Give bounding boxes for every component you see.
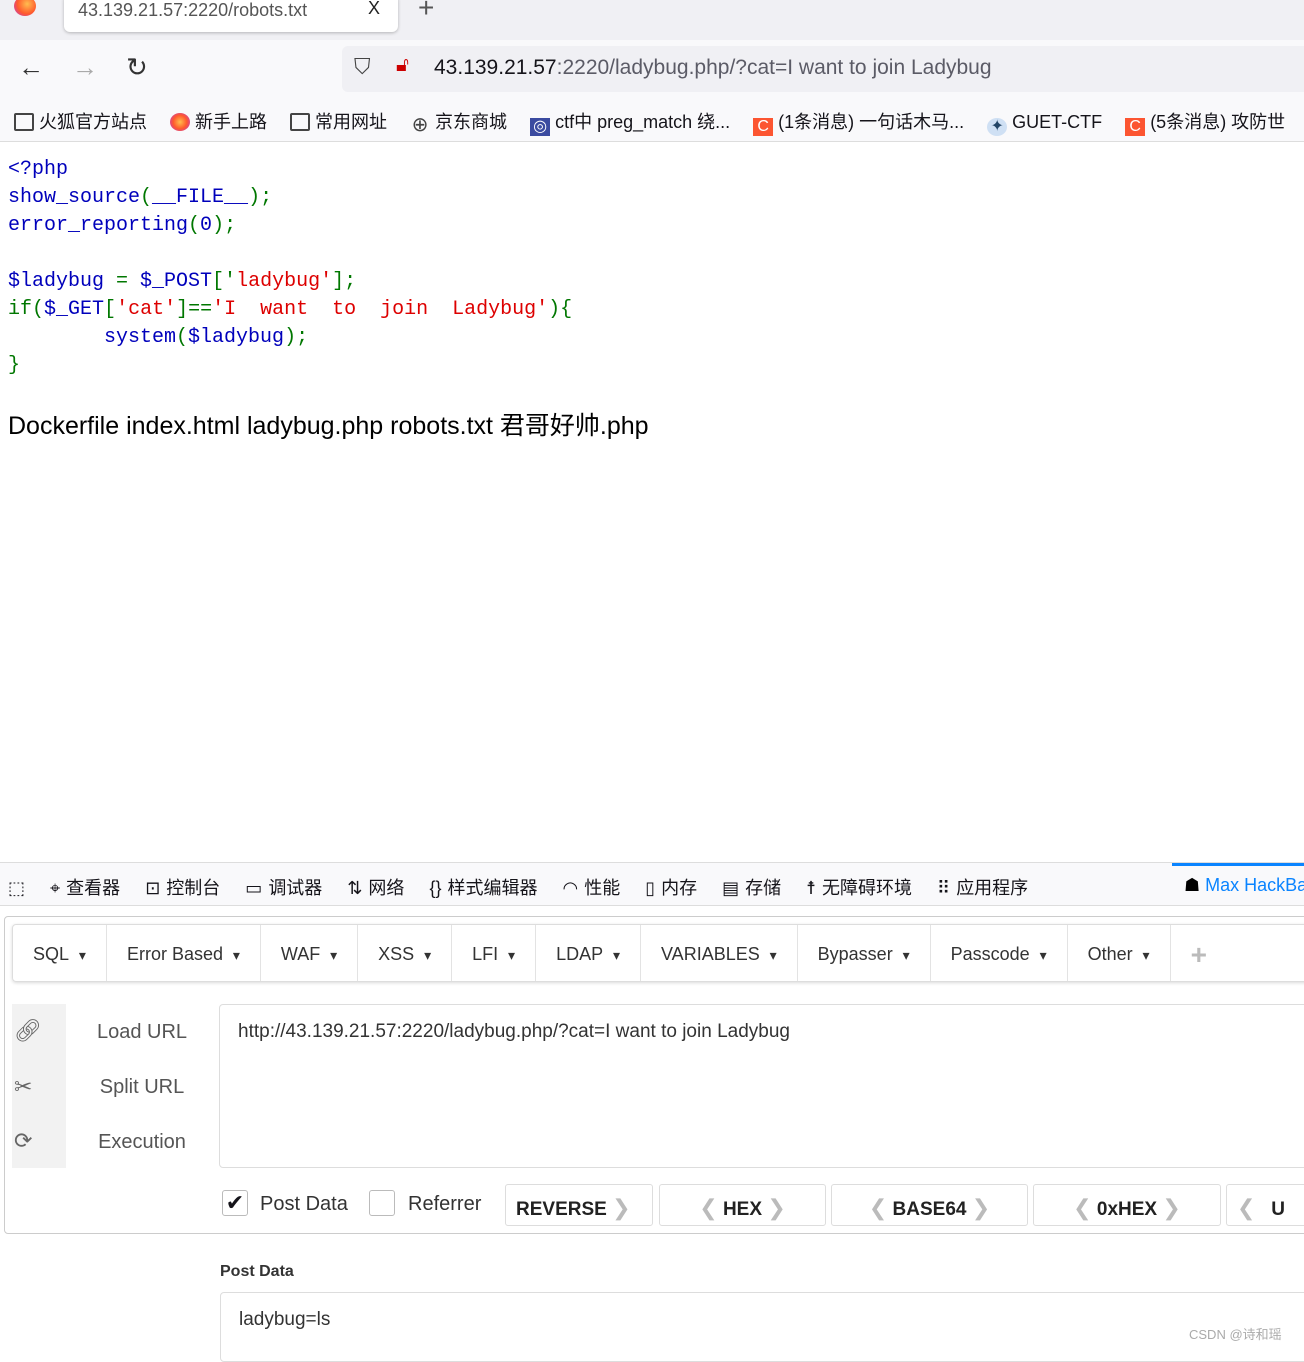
hacker-icon: ☗ [1184,875,1206,895]
url-bar[interactable]: ⛉ 🔓︎ 43.139.21.57:2220/ladybug.php/?cat=… [342,46,1304,92]
refresh-icon[interactable]: ⟳ [14,1128,32,1154]
devtools-tab-max-hackbar[interactable]: ☗ Max HackBar [1172,863,1304,906]
chevron-left-icon: ❮ [699,1195,718,1220]
menu-sql[interactable]: SQL [13,925,107,981]
bookmark-item[interactable]: C (5条消息) 攻防世 [1125,108,1285,136]
folder-icon [14,113,34,131]
close-tab-icon[interactable]: X [368,0,380,19]
devtools-toolbar: ⬚ ⌖ 查看器 ⊡ 控制台 ▭ 调试器 ⇅ 网络 {} 样式编辑器 ◠ 性能 ▯ 内存 ▤ 存储… [0,862,1304,906]
chevron-right-icon: ❯ [971,1195,991,1220]
bookmark-item[interactable]: C (1条消息) 一句话木马... [753,108,964,136]
menu-variables[interactable]: VARIABLES [641,925,798,981]
back-icon[interactable]: ← [18,52,44,83]
bookmark-item[interactable]: 新手上路 [170,108,267,134]
csdn-icon: C [753,118,774,136]
braces-icon: {} [429,878,442,898]
menu-passcode[interactable]: Passcode [931,925,1068,981]
reload-icon[interactable]: ↻ [126,52,148,83]
firefox-icon [170,113,191,131]
hackbar-menu: SQL Error Based WAF XSS LFI LDAP VARIABL… [12,924,1304,982]
chevron-left-icon: ❮ [1237,1195,1256,1220]
chevron-left-icon: ❮ [1073,1195,1092,1220]
inspector-icon: ⌖ [50,878,61,898]
menu-other[interactable]: Other [1068,925,1171,981]
url-path: :2220/ladybug.php/?cat=I want to join La… [556,56,992,79]
load-url-button[interactable]: Load URL [74,1021,210,1044]
guet-icon: ✦ [987,118,1008,136]
url-host: 43.139.21.57 [434,56,557,79]
console-icon: ⊡ [145,878,161,898]
referrer-label: Referrer [408,1193,482,1215]
post-data-checkbox[interactable]: ✔ [222,1190,248,1216]
storage-icon: ▤ [722,878,740,898]
add-icon[interactable]: + [1171,925,1227,981]
gauge-icon: ◠ [562,878,579,898]
bookmark-item[interactable]: 火狐官方站点 [14,108,147,134]
bookmark-item[interactable]: ⊕ 京东商城 [410,108,507,136]
referrer-checkbox[interactable] [369,1190,395,1216]
csdn-icon: C [1125,118,1146,136]
devtools-tab-storage[interactable]: ▤ 存储 [722,874,781,900]
menu-error-based[interactable]: Error Based [107,925,261,981]
scissors-icon[interactable]: ✂ [14,1074,32,1100]
site-icon: ◎ [530,118,551,136]
bookmark-item[interactable]: 常用网址 [290,108,387,134]
php-source: <?php show_source(__FILE__); error_repor… [8,158,573,377]
bookmark-item[interactable]: ◎ ctf中 preg_match 绕... [530,108,730,136]
new-tab-button[interactable]: + [418,0,434,24]
menu-bypasser[interactable]: Bypasser [798,925,931,981]
debugger-icon: ▭ [245,878,263,898]
accessibility-icon: ☨ [806,878,816,898]
menu-lfi[interactable]: LFI [452,925,537,981]
execution-button[interactable]: Execution [74,1131,210,1154]
menu-ldap[interactable]: LDAP [536,925,642,981]
0xhex-button[interactable]: ❮ 0xHEX ❯ [1033,1184,1221,1226]
post-data-input[interactable]: ladybug=ls [220,1292,1304,1362]
post-data-title: Post Data [220,1263,294,1280]
chevron-left-icon: ❮ [868,1195,888,1220]
devtools-tab-debugger[interactable]: ▭ 调试器 [245,874,322,900]
devtools-tab-network[interactable]: ⇅ 网络 [347,874,404,900]
hex-button[interactable]: ❮ HEX ❯ [659,1184,826,1226]
devtools-tab-performance[interactable]: ◠ 性能 [562,874,620,900]
menu-xss[interactable]: XSS [358,925,453,981]
shield-icon[interactable]: ⛉ [354,54,371,80]
chevron-right-icon: ❯ [612,1195,631,1220]
command-output: Dockerfile index.html ladybug.php robots… [8,412,649,440]
insecure-lock-icon[interactable]: 🔓︎ [396,54,409,77]
unicode-button[interactable]: ❮ U [1226,1184,1304,1226]
devtools-tab-accessibility[interactable]: ☨ 无障碍环境 [806,874,912,900]
chevron-right-icon: ❯ [1162,1195,1181,1220]
memory-icon: ▯ [645,878,656,898]
grid-icon: ⠿ [937,878,951,898]
devtools-tab-inspector[interactable]: ⌖ 查看器 [50,874,120,900]
bookmark-item[interactable]: ✦ GUET-CTF [987,112,1102,136]
post-data-label: Post Data [260,1193,348,1215]
globe-icon: ⊕ [411,114,429,136]
tab-title: 43.139.21.57:2220/robots.txt [78,0,308,20]
network-icon: ⇅ [347,878,363,898]
reverse-button[interactable]: REVERSE ❯ [505,1184,653,1226]
devtools-tab-style-editor[interactable]: {} 样式编辑器 [429,874,537,900]
link-icon[interactable]: 🔗︎ [14,1018,42,1044]
folder-icon [290,113,311,131]
chevron-right-icon: ❯ [767,1195,786,1220]
url-input[interactable]: http://43.139.21.57:2220/ladybug.php/?ca… [219,1004,1304,1168]
element-picker-icon[interactable]: ⬚ [8,878,25,899]
forward-icon[interactable]: → [72,52,98,83]
menu-waf[interactable]: WAF [261,925,359,981]
devtools-tab-memory[interactable]: ▯ 内存 [645,874,697,900]
devtools-tab-console[interactable]: ⊡ 控制台 [145,874,220,900]
split-url-button[interactable]: Split URL [74,1076,210,1099]
base64-button[interactable]: ❮ BASE64 ❯ [831,1184,1028,1226]
devtools-tab-application[interactable]: ⠿ 应用程序 [937,874,1028,900]
browser-tab[interactable]: 43.139.21.57:2220/robots.txt X [64,0,398,32]
bookmarks-bar: 火狐官方站点 新手上路 常用网址 ⊕ 京东商城 ◎ ctf中 preg_match … [0,100,1304,142]
watermark: CSDN @诗和瑶 [1189,1327,1282,1342]
